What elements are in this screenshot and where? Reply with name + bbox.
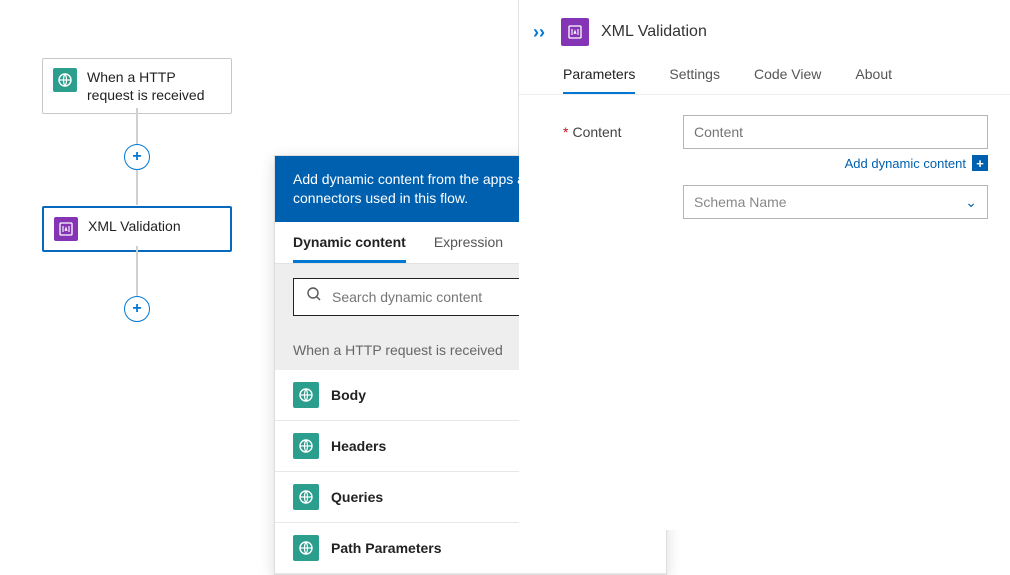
add-dynamic-content-row: Add dynamic content + xyxy=(563,155,988,171)
http-icon xyxy=(293,433,319,459)
trigger-label: When a HTTP request is received xyxy=(87,68,221,104)
content-input[interactable] xyxy=(683,115,988,149)
add-step-end-button[interactable]: + xyxy=(124,296,150,322)
http-icon xyxy=(53,68,77,92)
content-field-label: * Content xyxy=(563,124,683,140)
dc-item-label: Body xyxy=(331,387,366,403)
panel-body: * Content Add dynamic content + Schema N… xyxy=(519,95,1010,219)
tab-code-view[interactable]: Code View xyxy=(754,56,821,94)
http-icon xyxy=(293,484,319,510)
add-step-between-button[interactable]: + xyxy=(124,144,150,170)
tab-expression[interactable]: Expression xyxy=(434,222,503,263)
tab-settings[interactable]: Settings xyxy=(669,56,720,94)
schema-select-placeholder: Schema Name xyxy=(694,194,787,210)
tab-dynamic-content[interactable]: Dynamic content xyxy=(293,222,406,263)
xml-icon xyxy=(561,18,589,46)
action-details-panel: ›› XML Validation Parameters Settings Co… xyxy=(519,0,1010,530)
tab-about[interactable]: About xyxy=(855,56,892,94)
chevron-down-icon: ⌄ xyxy=(965,194,977,211)
add-dynamic-content-link[interactable]: Add dynamic content xyxy=(845,156,966,171)
tab-parameters[interactable]: Parameters xyxy=(563,56,635,94)
connector-line-2 xyxy=(136,246,138,296)
http-icon xyxy=(293,382,319,408)
panel-header: ›› XML Validation xyxy=(519,0,1010,56)
panel-title: XML Validation xyxy=(601,23,707,41)
action-label: XML Validation xyxy=(88,217,181,235)
panel-tabs: Parameters Settings Code View About xyxy=(519,56,1010,95)
dc-item-label: Queries xyxy=(331,489,383,505)
required-mark: * xyxy=(563,124,568,140)
http-icon xyxy=(293,535,319,561)
collapse-panel-button[interactable]: ›› xyxy=(533,22,549,43)
add-dynamic-content-plus-button[interactable]: + xyxy=(972,155,988,171)
dc-item-label: Headers xyxy=(331,438,386,454)
content-field-row: * Content xyxy=(563,115,988,149)
search-icon xyxy=(306,286,322,307)
schema-field-row: Schema Name ⌄ xyxy=(563,185,988,219)
schema-name-select[interactable]: Schema Name ⌄ xyxy=(683,185,988,219)
dc-group-label: When a HTTP request is received xyxy=(293,342,503,358)
trigger-node[interactable]: When a HTTP request is received xyxy=(42,58,232,114)
dc-item-label: Path Parameters xyxy=(331,540,442,556)
xml-icon xyxy=(54,217,78,241)
dc-item-path-parameters[interactable]: Path Parameters xyxy=(275,523,666,574)
